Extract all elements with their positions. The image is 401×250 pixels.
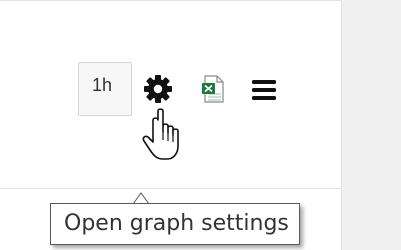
tooltip-text: Open graph settings — [64, 211, 289, 236]
tooltip: Open graph settings — [50, 203, 300, 245]
graph-settings-button[interactable] — [143, 74, 173, 104]
export-excel-button[interactable] — [200, 74, 226, 104]
panel-divider — [0, 188, 342, 189]
graph-widget: 1h Open graph settings — [0, 0, 401, 250]
excel-icon — [202, 75, 224, 103]
hamburger-menu-icon — [252, 80, 276, 100]
menu-button[interactable] — [250, 78, 278, 102]
gear-icon — [144, 75, 172, 103]
right-gutter — [342, 0, 401, 250]
time-range-button[interactable]: 1h — [78, 62, 132, 116]
